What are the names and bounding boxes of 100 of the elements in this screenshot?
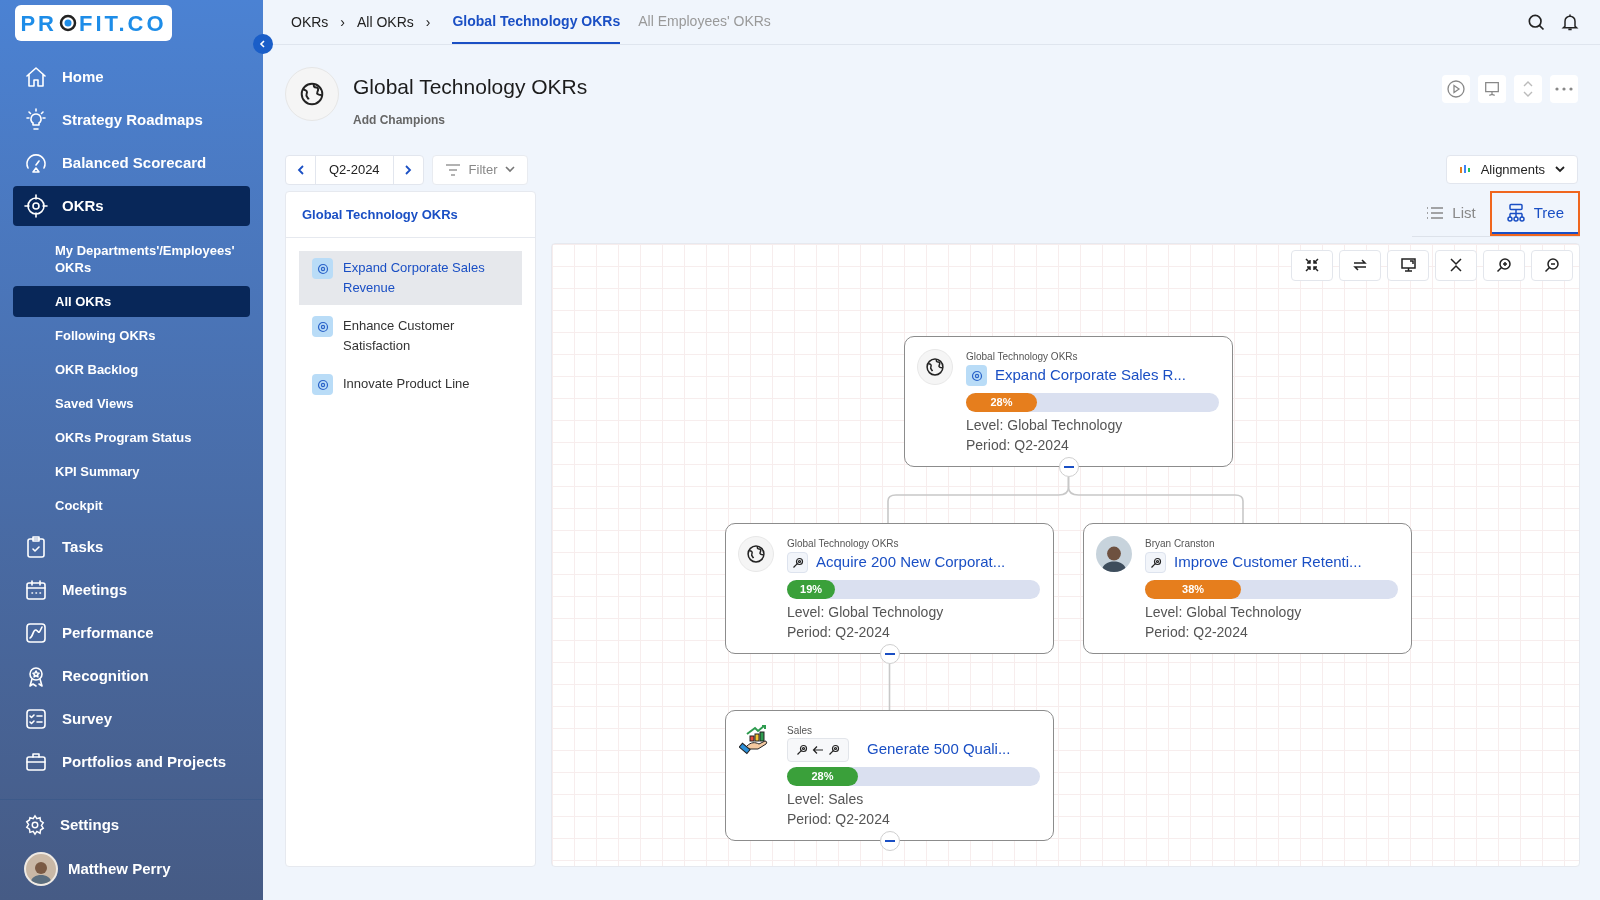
- more-icon: [1555, 87, 1573, 91]
- sidebar-item[interactable]: Recognition: [13, 656, 250, 696]
- target-icon: [24, 194, 48, 218]
- node-title-link[interactable]: Expand Corporate Sales R...: [995, 364, 1186, 387]
- zoom-out-icon: [1544, 257, 1560, 273]
- sidebar-item[interactable]: OKRs: [13, 186, 250, 226]
- alignments-button[interactable]: Alignments: [1445, 155, 1578, 184]
- add-champions-link[interactable]: Add Champions: [353, 110, 588, 129]
- sidebar-item[interactable]: Performance: [13, 613, 250, 653]
- collapse-sidebar-button[interactable]: [253, 34, 273, 54]
- presentation-icon: [1483, 80, 1501, 98]
- breadcrumb-link[interactable]: All OKRs: [357, 11, 414, 33]
- sidebar-subitem[interactable]: Saved Views: [13, 388, 250, 419]
- aligned-keys-icon: [787, 737, 849, 762]
- sidebar-item[interactable]: Meetings: [13, 570, 250, 610]
- filter-icon: [444, 163, 461, 176]
- filter-button[interactable]: Filter: [431, 154, 529, 185]
- objective-item[interactable]: Enhance Customer Satisfaction: [299, 309, 522, 363]
- breadcrumb-separator: ›: [425, 12, 431, 32]
- person-avatar: [1096, 535, 1132, 572]
- minus-icon: [1063, 465, 1074, 468]
- node-owner: Global Technology OKRs: [966, 350, 1079, 363]
- sidebar-subitem[interactable]: All OKRs: [13, 286, 250, 317]
- chevron-left-icon: [295, 163, 306, 176]
- collapse-all-button[interactable]: [1435, 249, 1477, 281]
- okr-node-card[interactable]: Bryan Cranston Improve Customer Retenti... 38% Level: Global Technology Period: Q2-2024: [1083, 522, 1412, 654]
- view-tab[interactable]: List: [1412, 190, 1490, 236]
- target-icon: [966, 365, 987, 386]
- search-icon[interactable]: [1526, 12, 1546, 32]
- hierarchy-icon: [1505, 203, 1526, 223]
- zoom-in-button[interactable]: [1483, 249, 1525, 281]
- sidebar-subitem[interactable]: Cockpit: [13, 490, 250, 521]
- breadcrumb-link[interactable]: OKRs: [291, 11, 329, 33]
- chevron-down-icon: [1555, 166, 1565, 173]
- list-icon: [1426, 206, 1445, 220]
- progress-fill: 19%: [787, 579, 836, 599]
- clipboard-check-icon: [24, 535, 48, 559]
- sidebar-item[interactable]: Strategy Roadmaps: [13, 100, 250, 140]
- objective-item[interactable]: Expand Corporate Sales Revenue: [299, 251, 522, 305]
- monitor-icon: [1399, 257, 1417, 273]
- key-icon: [787, 552, 808, 573]
- okr-node-card[interactable]: Sales Generate 500 Quali... 28% Level: Sales Period: Q2-2024: [725, 709, 1054, 841]
- breadcrumb-separator: ›: [340, 12, 345, 32]
- node-title-link[interactable]: Generate 500 Quali...: [867, 738, 1011, 761]
- settings-link[interactable]: Settings: [24, 813, 239, 836]
- checklist-icon: [24, 707, 48, 731]
- node-period-text: Period: Q2-2024: [1145, 622, 1249, 642]
- gauge-icon: [24, 151, 48, 175]
- presentation-button[interactable]: [1478, 75, 1506, 103]
- sidebar-item[interactable]: Balanced Scorecard: [13, 143, 250, 183]
- sidebar-subitem[interactable]: OKRs Program Status: [13, 422, 250, 453]
- node-period-text: Period: Q2-2024: [966, 435, 1070, 455]
- bar-chart-icon: [1458, 163, 1471, 176]
- okr-node-card[interactable]: Global Technology OKRs Expand Corporate Sales R... 28% Level: Global Technology Period: Q2-2024: [904, 335, 1233, 467]
- notifications-icon[interactable]: [1560, 12, 1580, 32]
- globe-icon: [738, 535, 774, 572]
- sidebar-item[interactable]: Survey: [13, 699, 250, 739]
- compress-button[interactable]: [1291, 249, 1333, 281]
- sidebar-subitem[interactable]: My Departments'/Employees' OKRs: [13, 235, 250, 283]
- minus-icon: [884, 839, 895, 842]
- sidebar-subitem[interactable]: KPI Summary: [13, 456, 250, 487]
- sidebar-subitem[interactable]: Following OKRs: [13, 320, 250, 351]
- view-tab[interactable]: Tree: [1489, 190, 1580, 236]
- node-owner: Global Technology OKRs: [787, 537, 900, 550]
- chevron-right-icon: [403, 163, 414, 176]
- node-title-link[interactable]: Acquire 200 New Corporat...: [816, 551, 1006, 574]
- fit-screen-button[interactable]: [1387, 249, 1429, 281]
- tab[interactable]: Global Technology OKRs: [452, 0, 621, 44]
- node-level-text: Level: Sales: [787, 789, 865, 809]
- target-icon: [312, 316, 333, 337]
- progress-fill: 28%: [966, 392, 1037, 412]
- chevron-left-icon: [258, 39, 268, 49]
- calendar-icon: [24, 578, 48, 602]
- page-title: Global Technology OKRs: [353, 74, 588, 100]
- objective-item[interactable]: Innovate Product Line: [299, 367, 522, 402]
- user-avatar[interactable]: [24, 852, 58, 886]
- node-level-text: Level: Global Technology: [966, 415, 1124, 435]
- sidebar-subitem[interactable]: OKR Backlog: [13, 354, 250, 385]
- target-icon: [312, 258, 333, 279]
- progress-fill: 28%: [787, 766, 858, 786]
- sidebar-item[interactable]: Home: [13, 57, 250, 97]
- sidebar-item[interactable]: Portfolios and Projects: [13, 742, 250, 782]
- zoom-out-button[interactable]: [1531, 249, 1573, 281]
- node-owner: Sales: [787, 724, 813, 737]
- node-level-text: Level: Global Technology: [1145, 602, 1303, 622]
- lightbulb-icon: [24, 108, 48, 132]
- user-name[interactable]: Matthew Perry: [68, 857, 171, 881]
- node-period-text: Period: Q2-2024: [787, 809, 891, 829]
- swap-button[interactable]: [1339, 249, 1381, 281]
- panel-title: Global Technology OKRs: [286, 191, 535, 238]
- connector-line: [888, 662, 891, 711]
- play-button[interactable]: [1442, 75, 1470, 103]
- okr-node-card[interactable]: Global Technology OKRs Acquire 200 New Corporat... 19% Level: Global Technology Period: Q2-2024: [725, 522, 1054, 654]
- globe-icon: [917, 348, 953, 385]
- minus-icon: [884, 652, 895, 655]
- node-title-link[interactable]: Improve Customer Retenti...: [1174, 551, 1362, 574]
- compress-arrows-icon: [1304, 257, 1320, 273]
- sidebar-item[interactable]: Tasks: [13, 527, 250, 567]
- target-icon: [312, 374, 333, 395]
- logo: PR FIT.CO: [15, 5, 172, 41]
